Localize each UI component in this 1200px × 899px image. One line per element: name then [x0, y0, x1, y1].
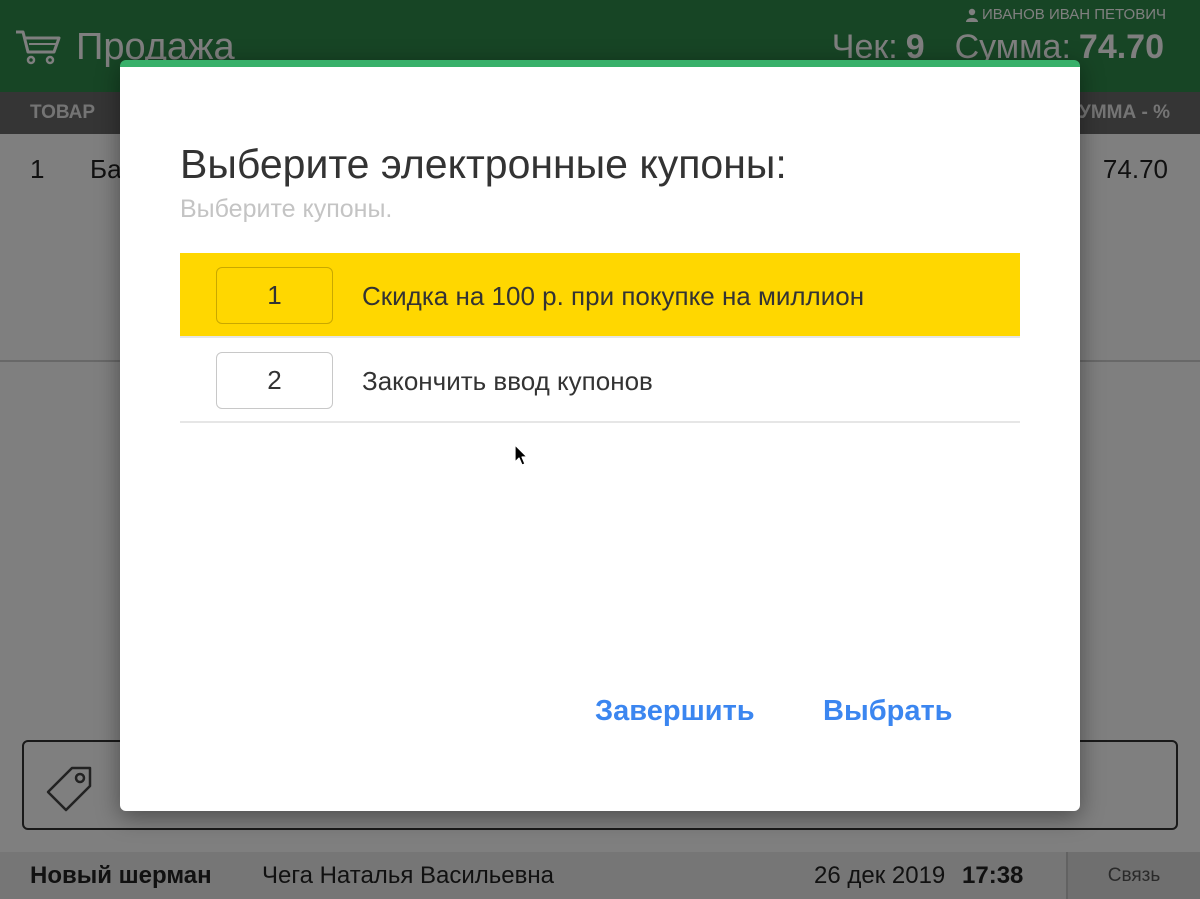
coupon-option-1[interactable]: 1 Скидка на 100 р. при покупке на миллио… — [180, 253, 1020, 338]
coupon-list: 1 Скидка на 100 р. при покупке на миллио… — [180, 253, 1020, 423]
select-button[interactable]: Выбрать — [823, 695, 953, 728]
dialog-subtitle: Выберите купоны. — [180, 195, 393, 223]
coupon-option-2[interactable]: 2 Закончить ввод купонов — [180, 338, 1020, 423]
option-number: 2 — [216, 352, 333, 409]
mouse-cursor-icon — [514, 444, 528, 466]
option-label: Скидка на 100 р. при покупке на миллион — [362, 281, 865, 311]
coupon-dialog: Выберите электронные купоны: Выберите ку… — [120, 60, 1080, 811]
finish-button[interactable]: Завершить — [595, 695, 755, 728]
option-number: 1 — [216, 267, 333, 324]
dialog-title: Выберите электронные купоны: — [180, 141, 787, 187]
option-label: Закончить ввод купонов — [362, 366, 653, 396]
